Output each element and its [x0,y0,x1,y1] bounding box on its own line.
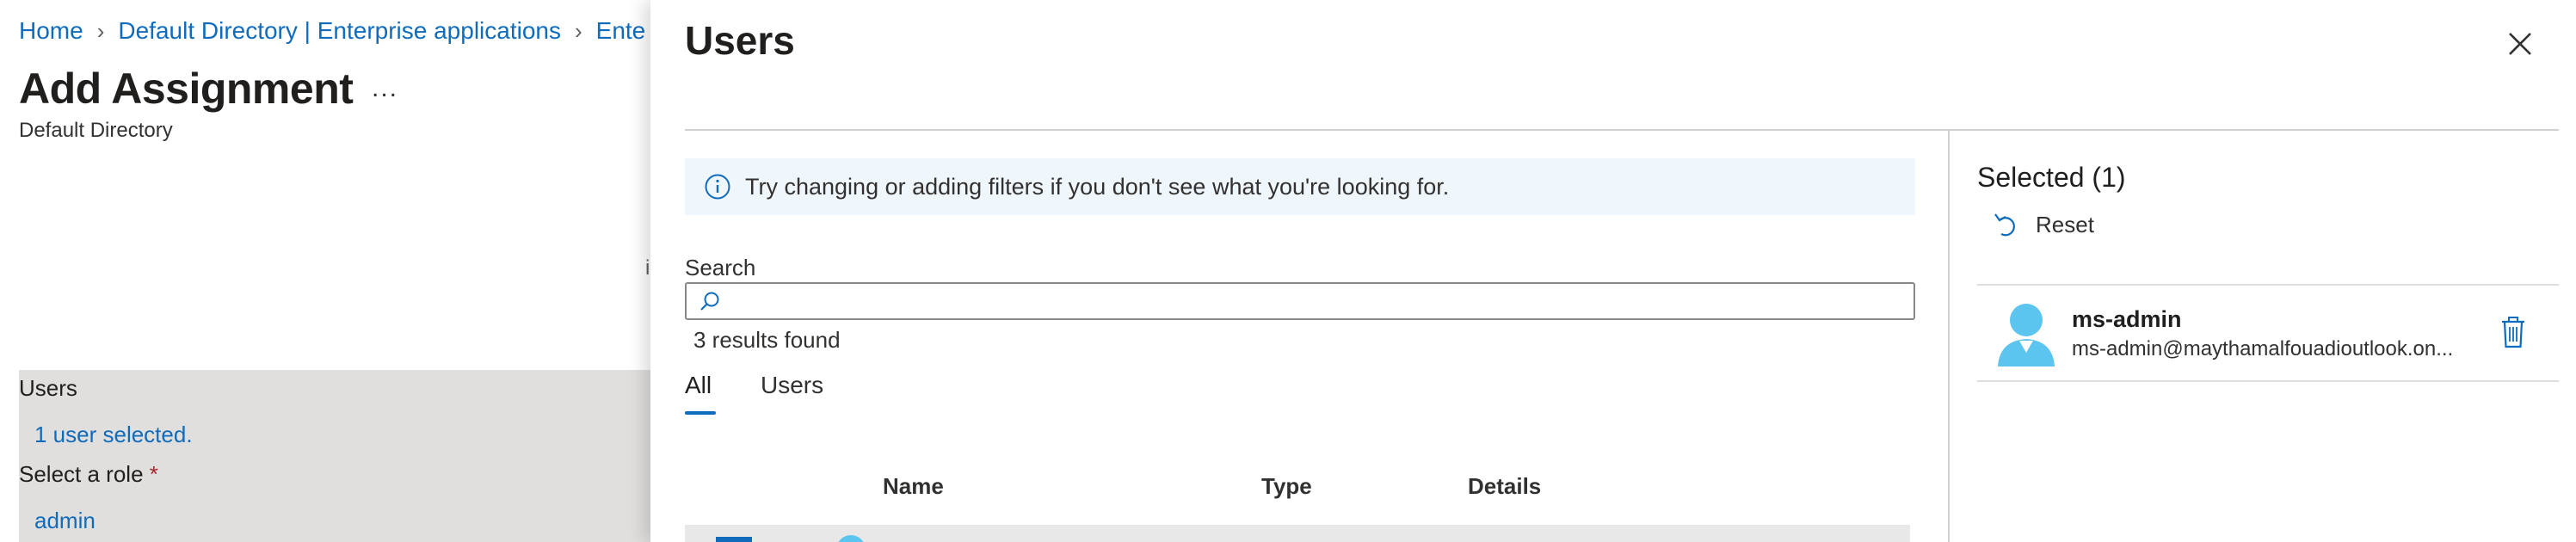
reset-label: Reset [2036,211,2094,237]
column-header-name[interactable]: Name [883,473,944,500]
users-selected-link[interactable]: 1 user selected. [34,422,193,448]
selected-user-email: ms-admin@maythamalfouadioutlook.on... [2072,337,2454,360]
more-options-button[interactable]: ... [372,74,398,103]
required-asterisk: * [149,461,158,487]
selected-divider-bottom [1977,380,2559,382]
obscured-text-fragment: i [645,256,650,280]
info-icon [705,174,730,200]
users-panel: Users Try changing or adding filters if … [650,0,2576,542]
breadcrumb-app-link[interactable]: Ente [596,17,646,45]
role-value-link[interactable]: admin [34,508,96,534]
users-label: Users [19,375,77,401]
chevron-right-icon: › [574,17,582,44]
info-banner: Try changing or adding filters if you do… [685,158,1915,215]
breadcrumb-enterprise-apps-link[interactable]: Default Directory | Enterprise applicati… [118,17,561,45]
column-header-type[interactable]: Type [1261,473,1312,500]
reset-button[interactable]: Reset [1993,210,2094,239]
panel-divider [685,129,2559,131]
row-checkbox[interactable] [716,537,752,542]
info-text: Try changing or adding filters if you do… [745,173,1450,200]
user-avatar-icon [1998,304,2055,366]
table-row[interactable] [685,525,1910,542]
results-count: 3 results found [693,327,841,353]
selected-title: Selected (1) [1977,162,2126,193]
chevron-right-icon: › [96,17,105,44]
search-label: Search [685,255,756,280]
close-icon[interactable] [2500,24,2540,64]
search-icon [700,292,719,311]
breadcrumb: Home › Default Directory | Enterprise ap… [19,17,645,45]
search-input[interactable] [721,285,1914,317]
undo-icon [1994,213,2015,237]
trash-icon[interactable] [2499,315,2528,349]
column-header-details[interactable]: Details [1468,473,1541,500]
assignment-form: Users 1 user selected. Select a role * a… [19,370,654,542]
role-label: Select a role * [19,461,158,488]
active-tab-indicator [685,411,716,415]
pane-divider [1948,131,1950,542]
role-label-text: Select a role [19,461,144,487]
panel-title: Users [685,18,795,63]
tab-users[interactable]: Users [761,372,823,399]
search-box [685,282,1915,320]
row-avatar-icon [836,535,866,542]
selected-divider-top [1977,284,2559,286]
breadcrumb-home-link[interactable]: Home [19,17,83,45]
tab-all[interactable]: All [685,372,712,399]
page-title: Add Assignment [19,65,354,113]
background-page: Home › Default Directory | Enterprise ap… [0,0,654,542]
page-subtitle: Default Directory [19,119,173,142]
selected-user-name: ms-admin [2072,306,2182,332]
